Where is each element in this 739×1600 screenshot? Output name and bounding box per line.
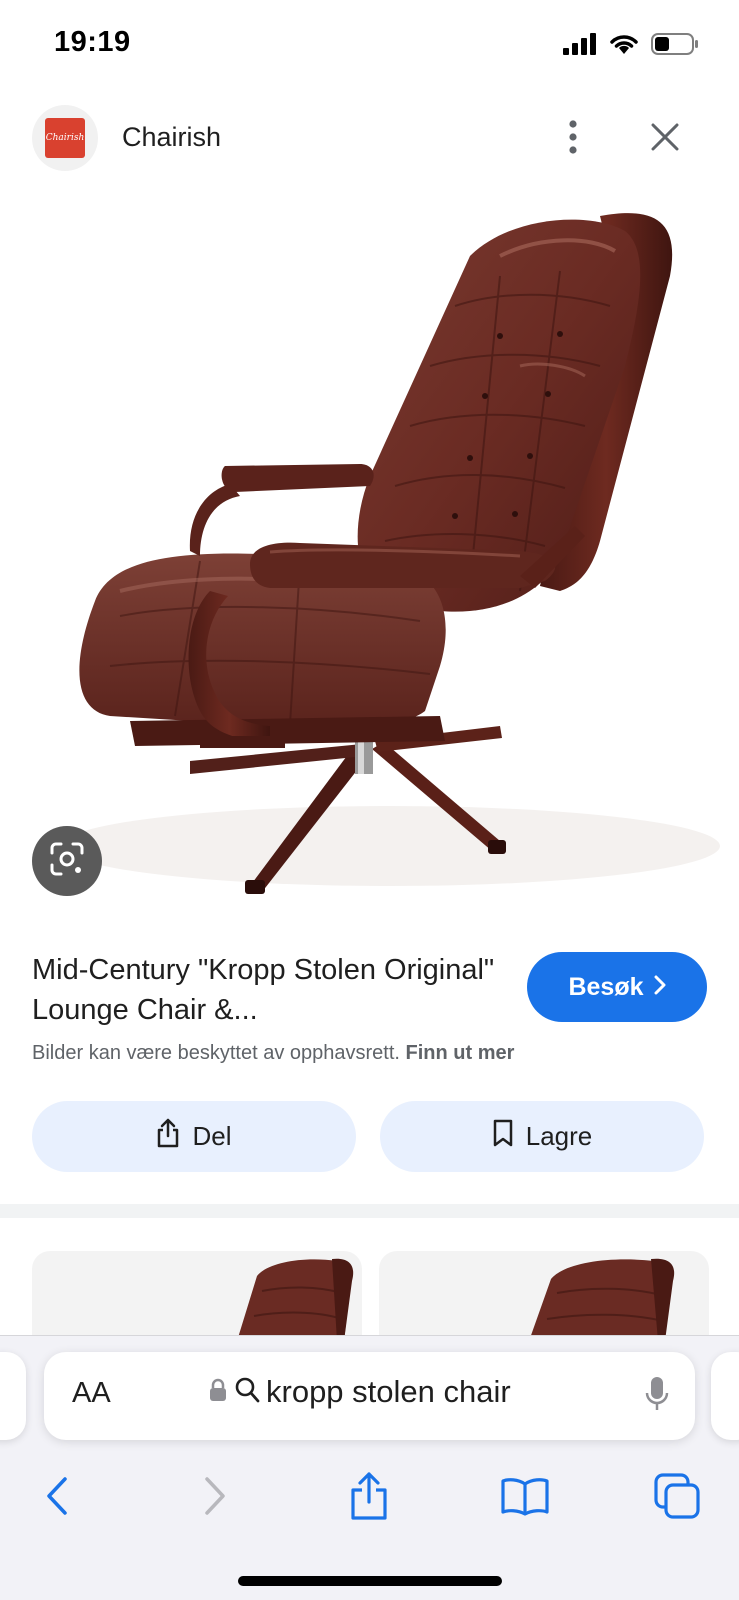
- wifi-icon: [609, 33, 639, 60]
- close-button[interactable]: [640, 114, 690, 164]
- previous-tab-peek[interactable]: [0, 1352, 26, 1440]
- bookmark-icon: [492, 1119, 514, 1154]
- lock-icon: [208, 1378, 228, 1407]
- chevron-right-icon: [654, 973, 666, 1002]
- related-chair-image: [529, 1258, 675, 1341]
- visit-button[interactable]: Besøk: [527, 952, 707, 1022]
- mic-icon: [645, 1375, 669, 1418]
- next-tab-peek[interactable]: [711, 1352, 739, 1440]
- source-logo[interactable]: Chairish: [32, 105, 98, 171]
- battery-icon: [651, 32, 699, 61]
- result-title[interactable]: Mid-Century "Kropp Stolen Original" Loun…: [32, 950, 502, 1030]
- source-name[interactable]: Chairish: [122, 122, 221, 153]
- related-image-2[interactable]: [379, 1251, 709, 1341]
- share-icon: [349, 1471, 389, 1525]
- search-query: kropp stolen chair: [266, 1374, 511, 1409]
- tabs-button[interactable]: [652, 1472, 702, 1524]
- bookmarks-button[interactable]: [500, 1473, 550, 1523]
- status-bar: 19:19: [0, 0, 739, 92]
- save-button[interactable]: Lagre: [380, 1101, 704, 1172]
- chair-image: [0, 196, 739, 926]
- reader-options-button[interactable]: AA: [72, 1377, 111, 1410]
- url-area[interactable]: kropp stolen chair: [208, 1374, 511, 1410]
- bookmarks-icon: [500, 1476, 550, 1521]
- related-chair-image: [237, 1258, 354, 1341]
- section-divider: [0, 1204, 739, 1218]
- tabs-icon: [654, 1472, 700, 1524]
- back-button[interactable]: [32, 1473, 82, 1523]
- share-label: Del: [192, 1121, 232, 1151]
- safari-bottom-bar: AA kropp stolen chair: [0, 1335, 739, 1600]
- related-image-1[interactable]: [32, 1251, 362, 1341]
- more-options-button[interactable]: [548, 114, 598, 164]
- learn-more-link[interactable]: Finn ut mer: [406, 1042, 515, 1064]
- safari-toolbar: [0, 1461, 739, 1531]
- lens-button[interactable]: [32, 826, 102, 896]
- status-time: 19:19: [54, 26, 131, 58]
- forward-button[interactable]: [190, 1473, 240, 1523]
- chairish-logo: Chairish: [45, 118, 85, 158]
- main-image[interactable]: [0, 196, 739, 926]
- source-header: Chairish Chairish: [0, 100, 739, 176]
- lens-icon: [48, 840, 86, 883]
- copyright-text: Bilder kan være beskyttet av opphavsrett…: [32, 1042, 400, 1064]
- signal-icon: [563, 33, 597, 60]
- share-button[interactable]: Del: [32, 1101, 356, 1172]
- status-icons: [563, 32, 699, 61]
- search-icon: [234, 1376, 260, 1409]
- forward-icon: [204, 1476, 226, 1520]
- dictation-button[interactable]: [640, 1374, 674, 1418]
- close-icon: [651, 123, 679, 156]
- aa-label: AA: [72, 1377, 111, 1409]
- share-icon: [156, 1118, 180, 1155]
- more-vertical-icon: [568, 119, 578, 159]
- address-bar[interactable]: AA kropp stolen chair: [44, 1352, 695, 1440]
- share-page-button[interactable]: [344, 1471, 394, 1525]
- back-icon: [46, 1476, 68, 1520]
- save-label: Lagre: [525, 1121, 593, 1151]
- home-indicator: [238, 1576, 502, 1586]
- visit-label: Besøk: [568, 972, 644, 1001]
- copyright-notice: Bilder kan være beskyttet av opphavsrett…: [32, 1042, 514, 1065]
